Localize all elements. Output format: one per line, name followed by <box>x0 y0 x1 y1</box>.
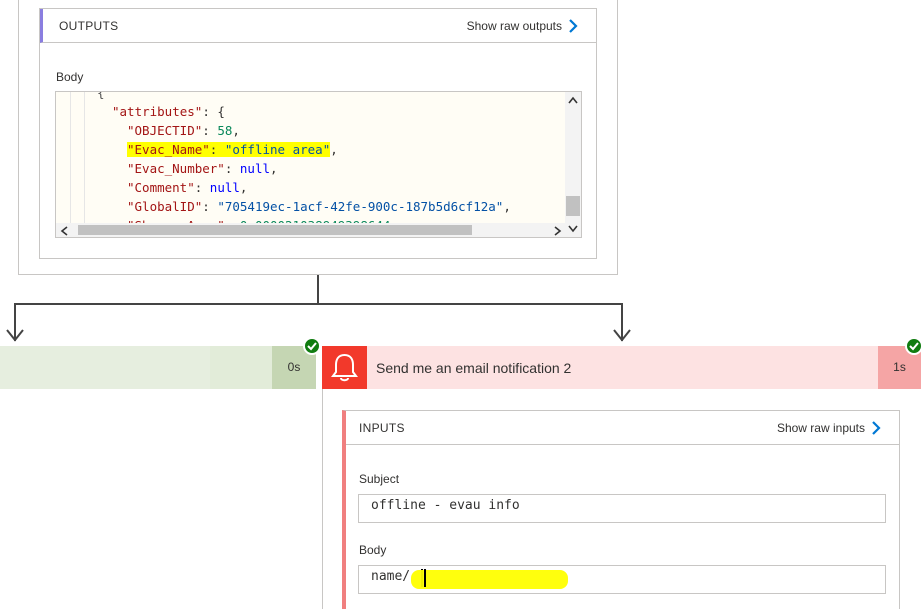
chevron-right-icon[interactable] <box>564 17 582 35</box>
scroll-down-icon[interactable] <box>568 225 578 233</box>
vertical-scrollbar-thumb[interactable] <box>566 196 580 216</box>
inputs-header: INPUTS Show raw inputs <box>346 411 899 445</box>
code-line-evac-name: "Evac_Name": "offline area", <box>127 142 338 157</box>
outputs-body-label: Body <box>56 70 84 84</box>
code-line-attributes: "attributes": { <box>112 104 225 119</box>
body-label: Body <box>359 543 387 557</box>
success-check-icon <box>905 337 921 355</box>
code-line-globalid: "GlobalID": "705419ec-1acf-42fe-900c-187… <box>127 199 511 214</box>
horizontal-scrollbar-thumb[interactable] <box>78 225 472 235</box>
success-check-icon <box>303 337 321 355</box>
branch-connector <box>14 303 622 305</box>
arrow-down-icon <box>613 329 631 342</box>
subject-label: Subject <box>359 472 400 486</box>
outputs-title: OUTPUTS <box>59 19 119 33</box>
show-raw-outputs-link[interactable]: Show raw outputs <box>467 19 562 33</box>
scroll-up-icon[interactable] <box>568 96 578 104</box>
arrow-down-icon <box>6 329 24 342</box>
code-line-objectid: "OBJECTID": 58, <box>127 123 240 138</box>
outputs-body-code-viewer[interactable]: { "attributes": { "OBJECTID": 58, "Evac_… <box>55 91 582 238</box>
inputs-title: INPUTS <box>359 421 405 435</box>
show-raw-inputs-link[interactable]: Show raw inputs <box>777 421 865 435</box>
connector-line <box>317 275 319 304</box>
redaction-highlight <box>411 570 568 589</box>
code-line-comment: "Comment": null, <box>127 180 248 195</box>
scroll-left-icon[interactable] <box>60 226 68 236</box>
scroll-right-icon[interactable] <box>554 226 562 236</box>
inputs-panel: INPUTS Show raw inputs Subject offline -… <box>342 410 900 609</box>
code-line-evac-number: "Evac_Number": null, <box>127 161 278 176</box>
outputs-header: OUTPUTS Show raw outputs <box>40 9 596 43</box>
code-line-0: { <box>97 91 105 100</box>
subject-field[interactable]: offline - evau info <box>358 494 886 523</box>
notification-bell-icon <box>322 346 367 389</box>
outputs-panel: OUTPUTS Show raw outputs Body { "attribu… <box>39 8 597 259</box>
chevron-right-icon[interactable] <box>867 419 885 437</box>
vertical-scrollbar[interactable] <box>565 92 581 237</box>
email-step-title: Send me an email notification 2 <box>376 360 572 376</box>
